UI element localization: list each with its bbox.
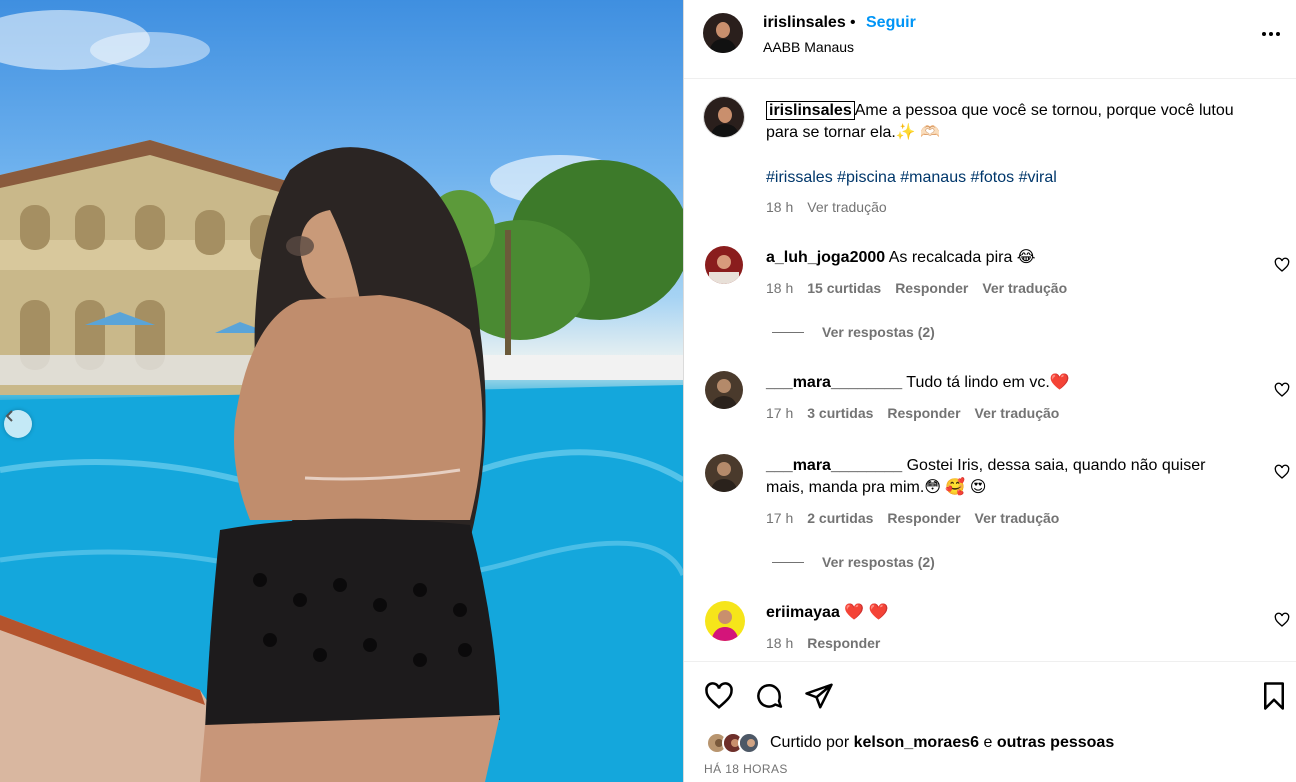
- liked-by-text: Curtido por kelson_moraes6 e outras pess…: [770, 734, 1114, 752]
- replies-line: [772, 561, 804, 563]
- heart-icon[interactable]: [1274, 382, 1290, 398]
- comment-likes[interactable]: 2 curtidas: [807, 510, 873, 526]
- caption-meta: 18 h Ver tradução: [766, 199, 887, 215]
- separator-dot: •: [850, 14, 856, 31]
- reply-button[interactable]: Responder: [895, 280, 968, 296]
- comment: ___mara________ Gostei Iris, dessa saia,…: [766, 455, 1246, 499]
- reply-button[interactable]: Responder: [807, 635, 880, 651]
- previous-photo-button[interactable]: [4, 410, 32, 438]
- commenter-avatar[interactable]: [705, 246, 743, 284]
- commenter-avatar[interactable]: [705, 601, 745, 641]
- more-horizontal-icon: [1262, 32, 1280, 36]
- caption-avatar[interactable]: [703, 96, 745, 138]
- send-icon[interactable]: [804, 681, 834, 711]
- commenter-avatar[interactable]: [705, 371, 743, 409]
- heart-icon[interactable]: [1274, 612, 1290, 628]
- liker-avatar[interactable]: [738, 732, 760, 754]
- liked-by-prefix: Curtido por: [770, 734, 850, 751]
- comment-text: Tudo tá lindo em vc.❤️: [906, 374, 1070, 391]
- comment-likes[interactable]: 15 curtidas: [807, 280, 881, 296]
- heart-icon[interactable]: [704, 681, 734, 711]
- comment-meta: 17 h 3 curtidas Responder Ver tradução: [766, 405, 1059, 421]
- caption-username[interactable]: irislinsales: [766, 101, 855, 120]
- comment-time[interactable]: 18 h: [766, 635, 793, 651]
- translate-link[interactable]: Ver tradução: [975, 510, 1060, 526]
- comment-meta: 18 h Responder: [766, 635, 880, 651]
- comment-meta: 18 h 15 curtidas Responder Ver tradução: [766, 280, 1067, 296]
- view-replies-label: Ver respostas (2): [822, 554, 935, 570]
- comment-username[interactable]: ___mara________: [766, 457, 902, 474]
- comment: a_luh_joga2000 As recalcada pira 😂: [766, 247, 1266, 269]
- comment-username[interactable]: eriimayaa: [766, 604, 840, 621]
- comment-username[interactable]: ___mara________: [766, 374, 902, 391]
- comments-list: irislinsales Ame a pessoa que você se tor…: [684, 80, 1296, 661]
- comment-meta: 17 h 2 curtidas Responder Ver tradução: [766, 510, 1059, 526]
- post-details-panel: irislinsales • Seguir AABB Manaus irisli…: [683, 0, 1296, 782]
- reply-button[interactable]: Responder: [887, 510, 960, 526]
- post-header: irislinsales • Seguir AABB Manaus: [684, 0, 1296, 79]
- comment: eriimayaa ❤️ ❤️: [766, 602, 1266, 624]
- liked-by-joiner: e: [983, 734, 993, 751]
- comment: ___mara________ Tudo tá lindo em vc.❤️: [766, 372, 1266, 394]
- comment-username[interactable]: a_luh_joga2000: [766, 249, 885, 266]
- more-options-button[interactable]: [1259, 22, 1283, 46]
- follow-button[interactable]: Seguir: [866, 14, 916, 32]
- bookmark-icon[interactable]: [1259, 681, 1289, 711]
- caption: irislinsales Ame a pessoa que você se tor…: [766, 100, 1266, 144]
- post-image: [0, 10, 683, 782]
- view-replies-button[interactable]: Ver respostas (2): [772, 554, 935, 570]
- heart-icon[interactable]: [1274, 464, 1290, 480]
- view-replies-button[interactable]: Ver respostas (2): [772, 324, 935, 340]
- comment-icon[interactable]: [754, 681, 784, 711]
- comment-likes[interactable]: 3 curtidas: [807, 405, 873, 421]
- post-location[interactable]: AABB Manaus: [763, 39, 854, 55]
- post-actions: Curtido por kelson_moraes6 e outras pess…: [684, 661, 1296, 782]
- author-username[interactable]: irislinsales: [763, 14, 846, 32]
- caption-time[interactable]: 18 h: [766, 199, 793, 215]
- liked-by-user[interactable]: kelson_moraes6: [854, 734, 979, 751]
- post-photo: [0, 0, 683, 782]
- comment-time[interactable]: 17 h: [766, 405, 793, 421]
- chevron-left-icon: [5, 410, 13, 422]
- comment-text: As recalcada pira 😂: [888, 249, 1036, 266]
- commenter-avatar[interactable]: [705, 454, 743, 492]
- post-timestamp[interactable]: HÁ 18 HORAS: [704, 762, 788, 776]
- view-replies-label: Ver respostas (2): [822, 324, 935, 340]
- liked-by-others[interactable]: outras pessoas: [997, 734, 1114, 751]
- comment-text: ❤️ ❤️: [844, 604, 889, 621]
- caption-hashtags[interactable]: #irissales #piscina #manaus #fotos #vira…: [766, 167, 1266, 189]
- translate-link[interactable]: Ver tradução: [975, 405, 1060, 421]
- comment-time[interactable]: 18 h: [766, 280, 793, 296]
- heart-icon[interactable]: [1274, 257, 1290, 273]
- author-avatar[interactable]: [703, 13, 743, 53]
- liked-by: Curtido por kelson_moraes6 e outras pess…: [706, 732, 1114, 754]
- replies-line: [772, 331, 804, 333]
- comment-time[interactable]: 17 h: [766, 510, 793, 526]
- translate-link[interactable]: Ver tradução: [982, 280, 1067, 296]
- caption-translate-link[interactable]: Ver tradução: [807, 199, 886, 215]
- reply-button[interactable]: Responder: [887, 405, 960, 421]
